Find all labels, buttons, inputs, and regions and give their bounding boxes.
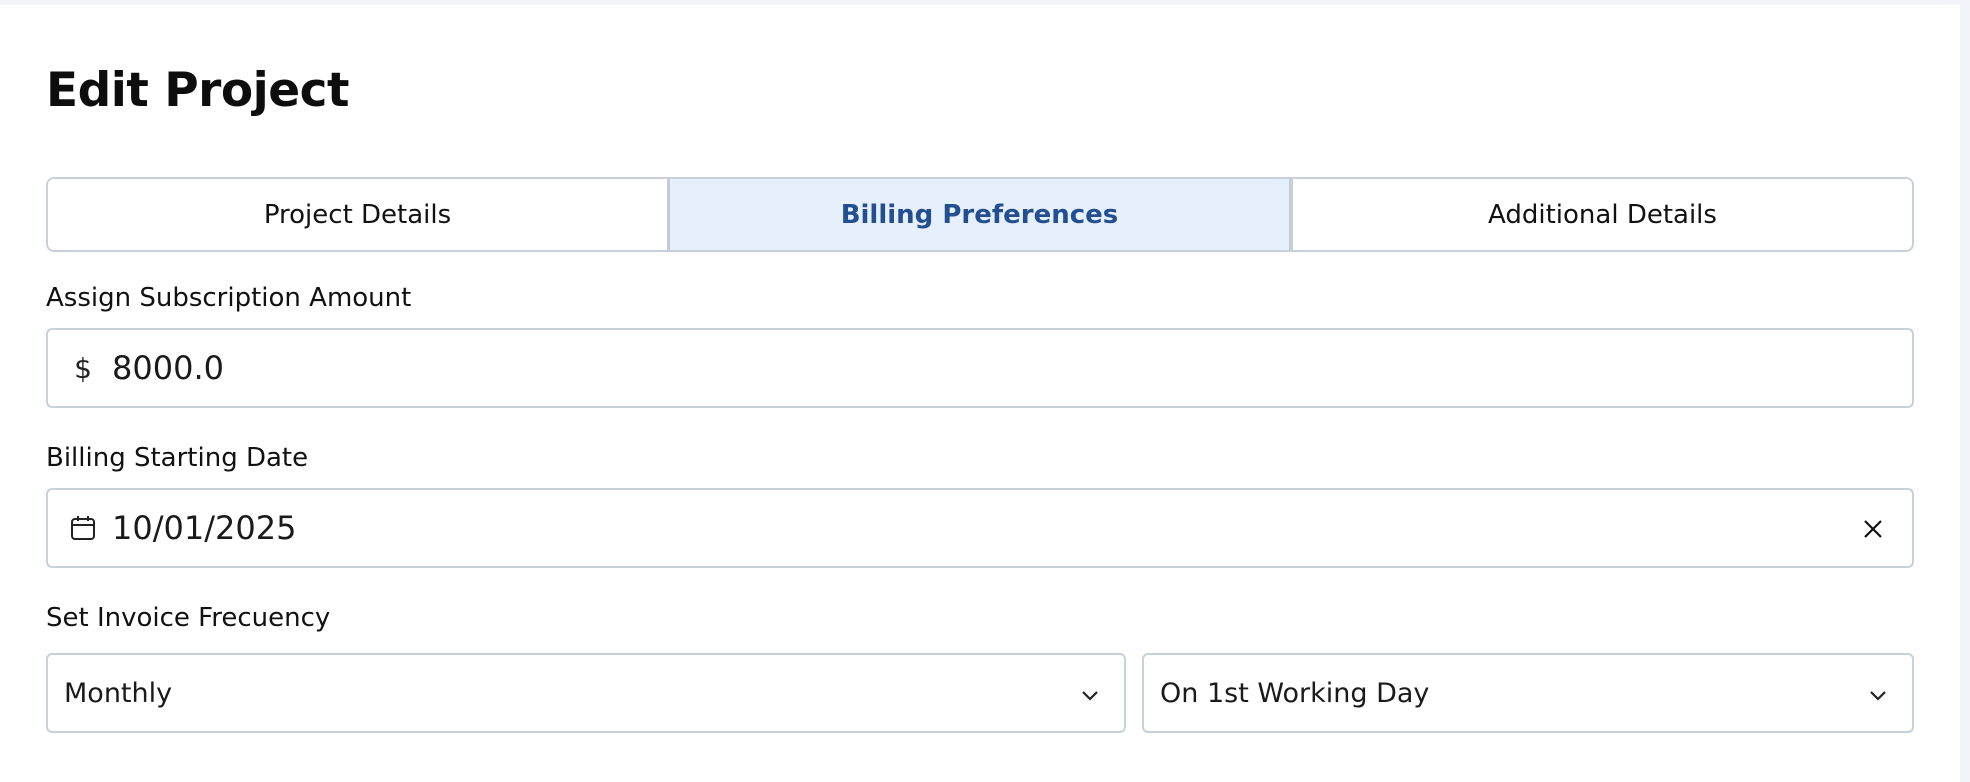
subscription-amount-label: Assign Subscription Amount	[46, 283, 412, 313]
tab-additional-details[interactable]: Additional Details	[1291, 179, 1912, 250]
subscription-amount-field[interactable]: $ 8000.0	[46, 328, 1914, 408]
billing-start-date-input[interactable]: 10/01/2025	[112, 509, 296, 547]
calendar-icon[interactable]	[48, 514, 112, 542]
close-icon[interactable]	[1858, 514, 1888, 544]
invoice-timing-value: On 1st Working Day	[1160, 677, 1430, 709]
tab-project-details[interactable]: Project Details	[48, 179, 667, 250]
subscription-amount-input[interactable]: 8000.0	[112, 349, 224, 387]
page-title: Edit Project	[46, 63, 349, 118]
chevron-down-icon	[1082, 691, 1098, 701]
edit-project-panel: Edit Project Project Details Billing Pre…	[0, 5, 1960, 782]
billing-start-date-field[interactable]: 10/01/2025	[46, 488, 1914, 568]
invoice-timing-select[interactable]: On 1st Working Day	[1142, 653, 1914, 733]
tab-bar: Project Details Billing Preferences Addi…	[46, 177, 1914, 252]
billing-start-date-label: Billing Starting Date	[46, 443, 309, 473]
tab-billing-preferences[interactable]: Billing Preferences	[667, 179, 1291, 250]
invoice-period-select[interactable]: Monthly	[46, 653, 1126, 733]
chevron-down-icon	[1870, 691, 1886, 701]
invoice-period-value: Monthly	[64, 677, 173, 709]
invoice-frequency-label: Set Invoice Frecuency	[46, 603, 331, 633]
currency-prefix: $	[74, 351, 92, 385]
